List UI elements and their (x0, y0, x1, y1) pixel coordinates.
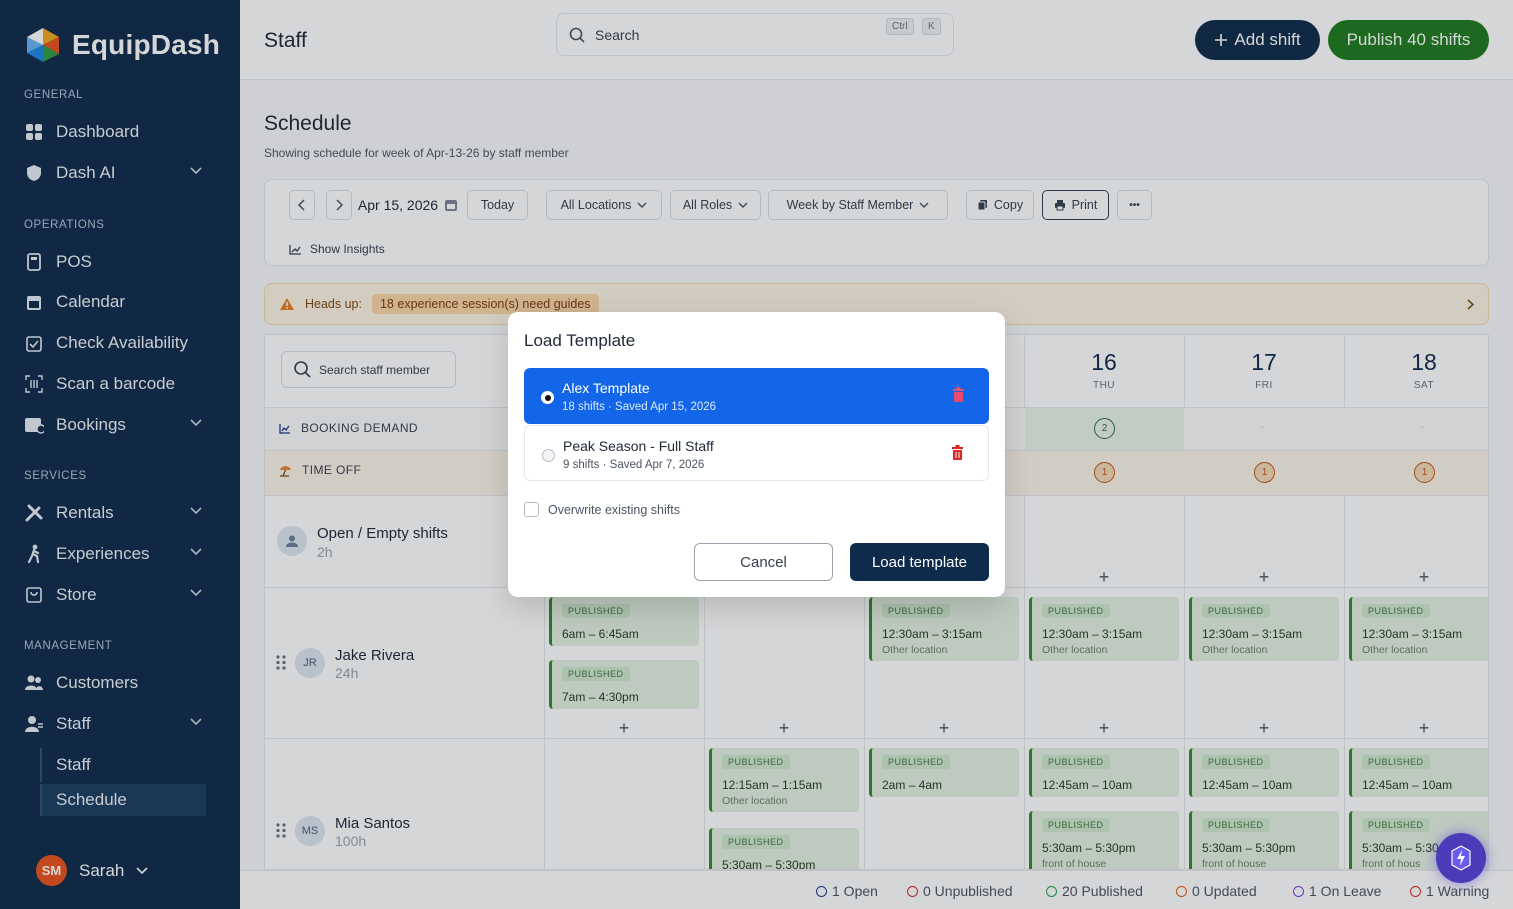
load-template-button[interactable]: Load template (850, 543, 989, 581)
template-name: Peak Season - Full Staff (563, 438, 714, 454)
radio-selected[interactable] (541, 391, 554, 404)
template-option-alex[interactable]: Alex Template 18 shifts · Saved Apr 15, … (524, 368, 989, 424)
lightning-icon (1450, 845, 1472, 871)
load-template-dialog: Load Template Alex Template 18 shifts · … (508, 312, 1005, 597)
radio-unselected[interactable] (542, 449, 555, 462)
overwrite-checkbox[interactable] (524, 502, 539, 517)
template-meta: 18 shifts · Saved Apr 15, 2026 (562, 401, 717, 413)
cancel-button[interactable]: Cancel (694, 543, 833, 581)
overwrite-label: Overwrite existing shifts (548, 502, 680, 517)
template-option-peak-season[interactable]: Peak Season - Full Staff 9 shifts · Save… (524, 425, 989, 481)
dialog-title: Load Template (524, 331, 636, 350)
overwrite-checkbox-row[interactable]: Overwrite existing shifts (524, 502, 680, 517)
assistant-fab[interactable] (1436, 833, 1486, 883)
delete-template-icon[interactable] (951, 445, 964, 460)
template-meta: 9 shifts · Saved Apr 7, 2026 (563, 459, 705, 471)
template-name: Alex Template (562, 380, 650, 396)
delete-template-icon[interactable] (952, 387, 965, 402)
